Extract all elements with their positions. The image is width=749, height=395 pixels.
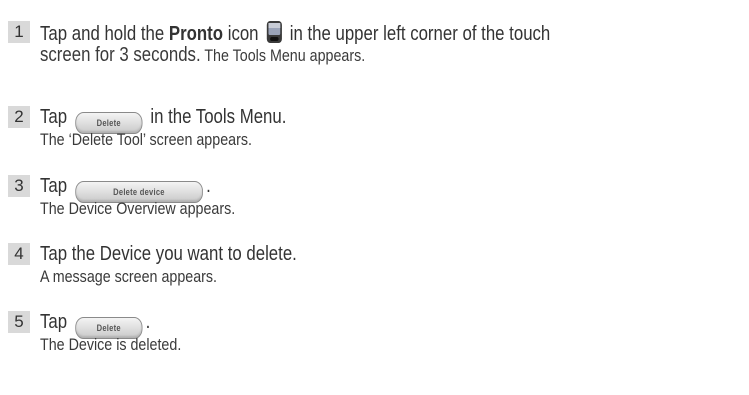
step-2-text-a: Tap xyxy=(40,106,72,128)
pronto-label: Pronto xyxy=(168,23,224,45)
step-1-result-text: The Tools Menu appears. xyxy=(200,46,366,65)
step-number-badge: 2 xyxy=(8,106,30,128)
step-4-result: A message screen appears. xyxy=(40,267,218,286)
step-1-instruction: Tap and hold the Pronto icon in the uppe… xyxy=(40,20,550,46)
step-1-text-b: icon xyxy=(223,23,264,45)
step-3-text-a: Tap xyxy=(40,175,72,197)
step-number-badge: 3 xyxy=(8,175,30,197)
step-1-text-a: Tap and hold the xyxy=(40,23,169,45)
step-3-text-b: . xyxy=(206,175,211,197)
step-number-badge: 4 xyxy=(8,243,30,265)
step-5-result: The Device is deleted. xyxy=(40,335,182,354)
step-3-result: The Device Overview appears. xyxy=(40,199,236,218)
step-1-text-c: in the upper left corner of the touch xyxy=(285,23,551,45)
step-4-instruction: Tap the Device you want to delete. xyxy=(40,243,297,265)
step-2-text-b: in the Tools Menu. xyxy=(145,106,287,128)
step-5-text-a: Tap xyxy=(40,311,72,333)
pronto-device-icon xyxy=(265,20,283,44)
step-5-text-b: . xyxy=(145,311,151,333)
step-number-badge: 5 xyxy=(8,311,30,333)
instruction-page: 1 Tap and hold the Pronto icon in the up… xyxy=(0,0,749,395)
step-1-strong-text: screen for 3 seconds. xyxy=(40,44,201,66)
step-number-badge: 1 xyxy=(8,21,30,43)
step-1-detail: screen for 3 seconds. The Tools Menu app… xyxy=(40,45,365,66)
step-2-result: The ‘Delete Tool’ screen appears. xyxy=(40,130,252,149)
